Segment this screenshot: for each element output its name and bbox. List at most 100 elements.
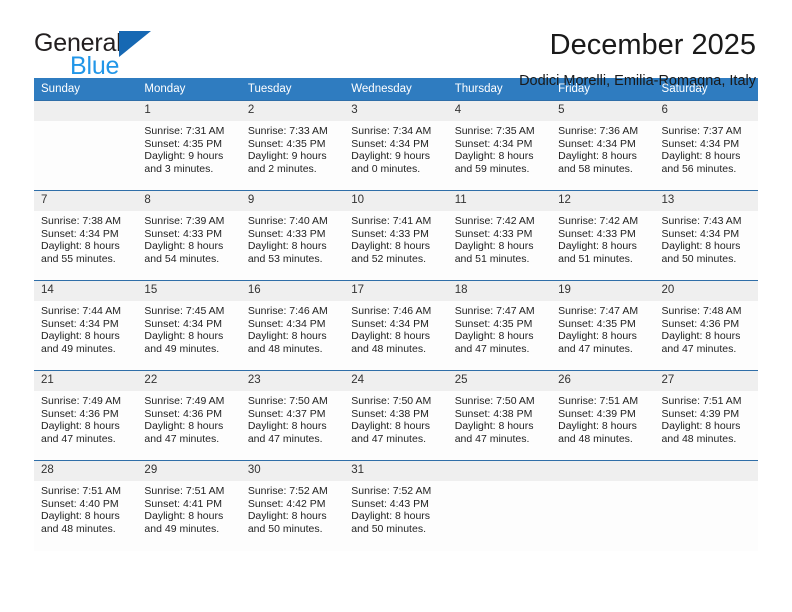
day-details: Sunrise: 7:41 AM Sunset: 4:33 PM Daylight:… [344, 211, 447, 265]
day-number: 23 [240, 371, 345, 391]
sunrise-text: Sunrise: 7:47 AM [558, 305, 639, 317]
daylight-text-line1: Daylight: 9 hours [144, 150, 224, 163]
calendar-day-cell[interactable]: 12 Sunrise: 7:42 AM Sunset: 4:33 PM Dayligh… [551, 190, 655, 281]
daylight-text-line1: Daylight: 8 hours [144, 510, 224, 523]
calendar-day-cell[interactable]: 2 Sunrise: 7:33 AM Sunset: 4:35 PM Daylight… [240, 100, 345, 191]
daylight-text-line1: Daylight: 8 hours [558, 150, 637, 163]
day-details: Sunrise: 7:49 AM Sunset: 4:36 PM Daylight:… [137, 391, 240, 445]
sunset-text: Sunset: 4:42 PM [247, 497, 326, 510]
daylight-text-line1: Daylight: 8 hours [144, 330, 224, 343]
sunrise-text: Sunrise: 7:46 AM [351, 305, 432, 317]
calendar-table: Sunday Monday Tuesday Wednesday Thursday… [34, 78, 758, 551]
sunrise-text: Sunrise: 7:36 AM [558, 125, 639, 137]
daylight-text-line2: and 51 minutes. [454, 252, 530, 265]
calendar-day-cell[interactable]: 27 Sunrise: 7:51 AM Sunset: 4:39 PM Dayligh… [654, 370, 758, 461]
daylight-text-line1: Daylight: 8 hours [144, 420, 224, 433]
calendar-day-cell[interactable]: 1 Sunrise: 7:31 AM Sunset: 4:35 PM Daylight… [137, 100, 241, 191]
sunrise-text: Sunrise: 7:51 AM [558, 395, 639, 407]
page-header: General Blue December 2025 Dodici Morell… [0, 0, 792, 89]
daylight-text-line1: Daylight: 8 hours [661, 420, 741, 433]
sunset-text: Sunset: 4:36 PM [41, 407, 119, 420]
day-details: Sunrise: 7:44 AM Sunset: 4:34 PM Daylight:… [34, 301, 137, 355]
sunset-text: Sunset: 4:41 PM [144, 497, 223, 510]
day-number: 9 [240, 191, 345, 211]
calendar-day-cell[interactable]: 10 Sunrise: 7:41 AM Sunset: 4:33 PM Dayligh… [344, 190, 448, 281]
day-number: 27 [654, 371, 758, 391]
calendar-day-cell[interactable]: 26 Sunrise: 7:51 AM Sunset: 4:39 PM Dayligh… [551, 370, 655, 461]
daylight-text-line1: Daylight: 8 hours [454, 150, 534, 163]
day-number: 18 [447, 281, 552, 301]
generalblue-logo[interactable]: General Blue [34, 26, 151, 79]
calendar-day-cell[interactable]: 22 Sunrise: 7:49 AM Sunset: 4:36 PM Dayligh… [137, 370, 241, 461]
calendar-day-cell[interactable]: 13 Sunrise: 7:43 AM Sunset: 4:34 PM Dayligh… [654, 190, 758, 281]
calendar-day-cell[interactable]: 19 Sunrise: 7:47 AM Sunset: 4:35 PM Dayligh… [551, 280, 655, 371]
daylight-text-line1: Daylight: 8 hours [558, 420, 637, 433]
daylight-text-line1: Daylight: 8 hours [247, 510, 327, 523]
sunset-text: Sunset: 4:35 PM [247, 137, 326, 150]
calendar-day-cell[interactable]: 3 Sunrise: 7:34 AM Sunset: 4:34 PM Daylight… [344, 100, 448, 191]
calendar-day-cell[interactable]: 16 Sunrise: 7:46 AM Sunset: 4:34 PM Dayligh… [240, 280, 345, 371]
sunset-text: Sunset: 4:34 PM [351, 137, 429, 150]
calendar-day-cell[interactable]: 14 Sunrise: 7:44 AM Sunset: 4:34 PM Dayligh… [34, 280, 138, 371]
calendar-day-cell-empty [34, 100, 138, 191]
sunrise-text: Sunrise: 7:51 AM [144, 485, 225, 497]
sunrise-text: Sunrise: 7:52 AM [351, 485, 432, 497]
calendar-day-cell[interactable]: 29 Sunrise: 7:51 AM Sunset: 4:41 PM Dayligh… [137, 460, 241, 551]
calendar-day-cell[interactable]: 7 Sunrise: 7:38 AM Sunset: 4:34 PM Daylight… [34, 190, 138, 281]
calendar-day-cell[interactable]: 31 Sunrise: 7:52 AM Sunset: 4:43 PM Dayligh… [344, 460, 448, 551]
day-details: Sunrise: 7:47 AM Sunset: 4:35 PM Daylight:… [448, 301, 551, 355]
calendar-day-cell-empty [551, 460, 655, 551]
daylight-text-line2: and 49 minutes. [144, 522, 220, 535]
day-number: 29 [137, 461, 241, 481]
sunrise-text: Sunrise: 7:50 AM [247, 395, 328, 407]
calendar-day-cell[interactable]: 30 Sunrise: 7:52 AM Sunset: 4:42 PM Dayligh… [240, 460, 345, 551]
sunset-text: Sunset: 4:34 PM [661, 227, 740, 240]
sunrise-text: Sunrise: 7:37 AM [661, 125, 742, 137]
day-number: 14 [34, 281, 138, 301]
sunset-text: Sunset: 4:34 PM [41, 317, 119, 330]
calendar-body: 1 Sunrise: 7:31 AM Sunset: 4:35 PM Daylight… [34, 100, 758, 551]
sunset-text: Sunset: 4:35 PM [144, 137, 223, 150]
calendar-day-cell[interactable]: 5 Sunrise: 7:36 AM Sunset: 4:34 PM Daylight… [551, 100, 655, 191]
calendar-page: General Blue December 2025 Dodici Morell… [0, 0, 792, 612]
calendar-day-cell[interactable]: 23 Sunrise: 7:50 AM Sunset: 4:37 PM Dayligh… [240, 370, 345, 461]
calendar-day-cell[interactable]: 11 Sunrise: 7:42 AM Sunset: 4:33 PM Dayligh… [447, 190, 552, 281]
calendar-day-cell[interactable]: 6 Sunrise: 7:37 AM Sunset: 4:34 PM Daylight… [654, 100, 758, 191]
sunset-text: Sunset: 4:37 PM [247, 407, 326, 420]
day-number: 17 [344, 281, 448, 301]
calendar-day-cell[interactable]: 9 Sunrise: 7:40 AM Sunset: 4:33 PM Daylight… [240, 190, 345, 281]
day-number: 31 [344, 461, 448, 481]
daylight-text-line2: and 3 minutes. [144, 162, 214, 175]
calendar-day-cell[interactable]: 17 Sunrise: 7:46 AM Sunset: 4:34 PM Dayligh… [344, 280, 448, 371]
day-number: 11 [447, 191, 552, 211]
day-details: Sunrise: 7:48 AM Sunset: 4:36 PM Daylight:… [655, 301, 758, 355]
daylight-text-line1: Daylight: 8 hours [661, 150, 741, 163]
sunrise-text: Sunrise: 7:33 AM [247, 125, 328, 137]
calendar-day-cell[interactable]: 4 Sunrise: 7:35 AM Sunset: 4:34 PM Daylight… [447, 100, 552, 191]
calendar-day-cell[interactable]: 25 Sunrise: 7:50 AM Sunset: 4:38 PM Dayligh… [447, 370, 552, 461]
day-details: Sunrise: 7:52 AM Sunset: 4:42 PM Daylight:… [241, 481, 344, 535]
day-number: 4 [447, 101, 552, 121]
day-details: Sunrise: 7:43 AM Sunset: 4:34 PM Daylight:… [655, 211, 758, 265]
calendar-day-cell[interactable]: 24 Sunrise: 7:50 AM Sunset: 4:38 PM Dayligh… [344, 370, 448, 461]
sunset-text: Sunset: 4:34 PM [247, 317, 326, 330]
sunrise-text: Sunrise: 7:50 AM [351, 395, 432, 407]
day-details: Sunrise: 7:50 AM Sunset: 4:38 PM Daylight:… [448, 391, 551, 445]
sunset-text: Sunset: 4:33 PM [247, 227, 326, 240]
calendar-day-cell[interactable]: 8 Sunrise: 7:39 AM Sunset: 4:33 PM Daylight… [137, 190, 241, 281]
calendar-day-cell[interactable]: 20 Sunrise: 7:48 AM Sunset: 4:36 PM Dayligh… [654, 280, 758, 371]
day-details: Sunrise: 7:34 AM Sunset: 4:34 PM Daylight:… [344, 121, 447, 175]
sunset-text: Sunset: 4:38 PM [351, 407, 429, 420]
day-number: 20 [654, 281, 758, 301]
daylight-text-line1: Daylight: 8 hours [558, 240, 637, 253]
calendar-day-cell[interactable]: 28 Sunrise: 7:51 AM Sunset: 4:40 PM Dayligh… [34, 460, 138, 551]
sunrise-text: Sunrise: 7:49 AM [41, 395, 121, 407]
calendar-day-cell[interactable]: 15 Sunrise: 7:45 AM Sunset: 4:34 PM Dayligh… [137, 280, 241, 371]
sunrise-text: Sunrise: 7:31 AM [144, 125, 225, 137]
calendar-day-cell[interactable]: 21 Sunrise: 7:49 AM Sunset: 4:36 PM Dayligh… [34, 370, 138, 461]
daylight-text-line2: and 2 minutes. [247, 162, 317, 175]
sunset-text: Sunset: 4:36 PM [144, 407, 223, 420]
calendar-day-cell[interactable]: 18 Sunrise: 7:47 AM Sunset: 4:35 PM Dayligh… [447, 280, 552, 371]
weekday-header-monday: Monday [137, 78, 241, 101]
daylight-text-line2: and 0 minutes. [351, 162, 421, 175]
